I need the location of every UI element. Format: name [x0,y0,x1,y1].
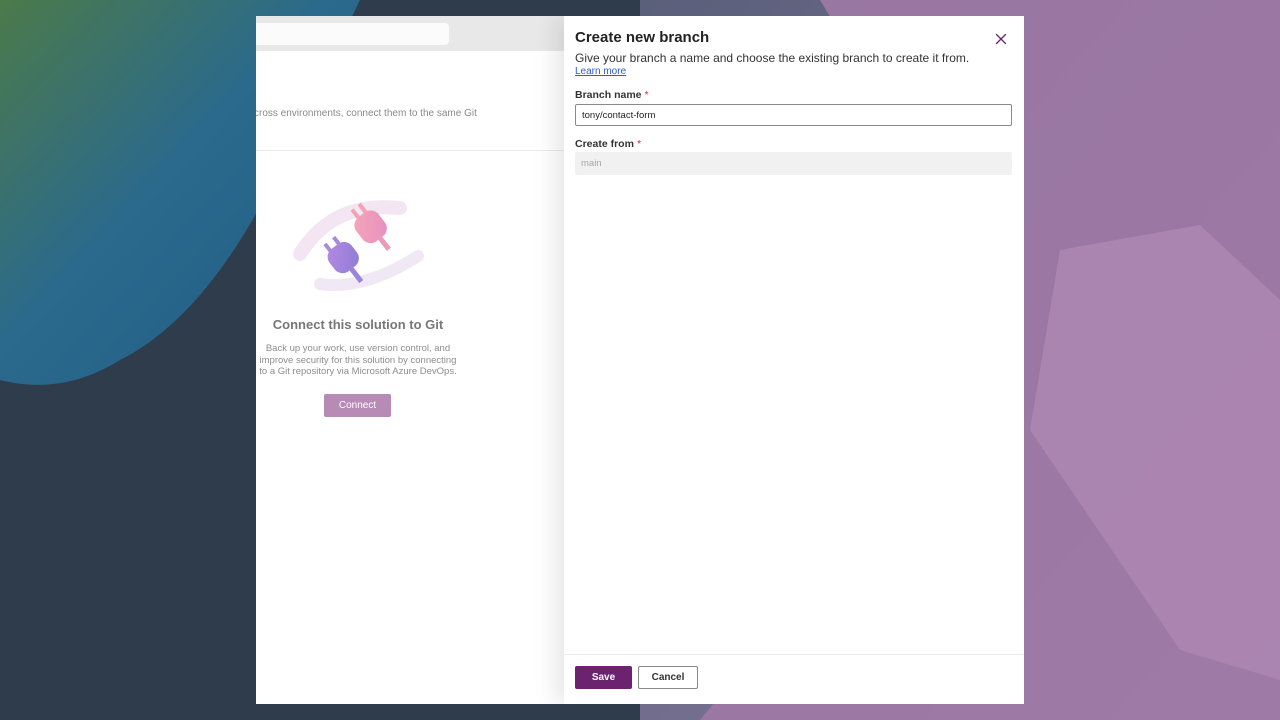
empty-state-line: to a Git repository via Microsoft Azure … [259,366,457,377]
panel-subtitle: Give your branch a name and choose the e… [575,51,970,65]
create-from-label-text: Create from [575,138,634,150]
close-icon[interactable] [992,30,1010,48]
branch-name-label: Branch name * [575,89,649,101]
footer-divider [564,654,1024,655]
create-branch-panel: Create new branch Give your branch a nam… [564,16,1024,704]
learn-more-link[interactable]: Learn more [575,66,626,77]
panel-title: Create new branch [575,29,710,46]
page-description: cross environments, connect them to the … [256,108,477,119]
empty-state-line: Back up your work, use version control, … [265,343,451,354]
connect-button[interactable]: Connect [324,394,391,417]
required-mark: * [644,89,649,101]
divider [256,150,564,151]
empty-state-line: improve security for this solution by co… [259,354,457,366]
save-button[interactable]: Save [575,666,632,689]
search-box[interactable] [256,23,449,45]
cancel-button[interactable]: Cancel [638,666,698,689]
branch-name-input[interactable] [575,104,1012,126]
top-bar [256,16,564,51]
solution-git-page: cross environments, connect them to the … [256,16,564,704]
plug-illustration-icon [293,200,424,291]
required-mark: * [636,138,642,150]
create-from-field: main [575,152,1012,175]
app-window: cross environments, connect them to the … [256,16,1024,704]
empty-state-title: Connect this solution to Git [272,317,444,332]
empty-state-description: Back up your work, use version control, … [256,343,464,378]
branch-name-label-text: Branch name [575,89,642,101]
create-from-label: Create from * [575,138,641,150]
